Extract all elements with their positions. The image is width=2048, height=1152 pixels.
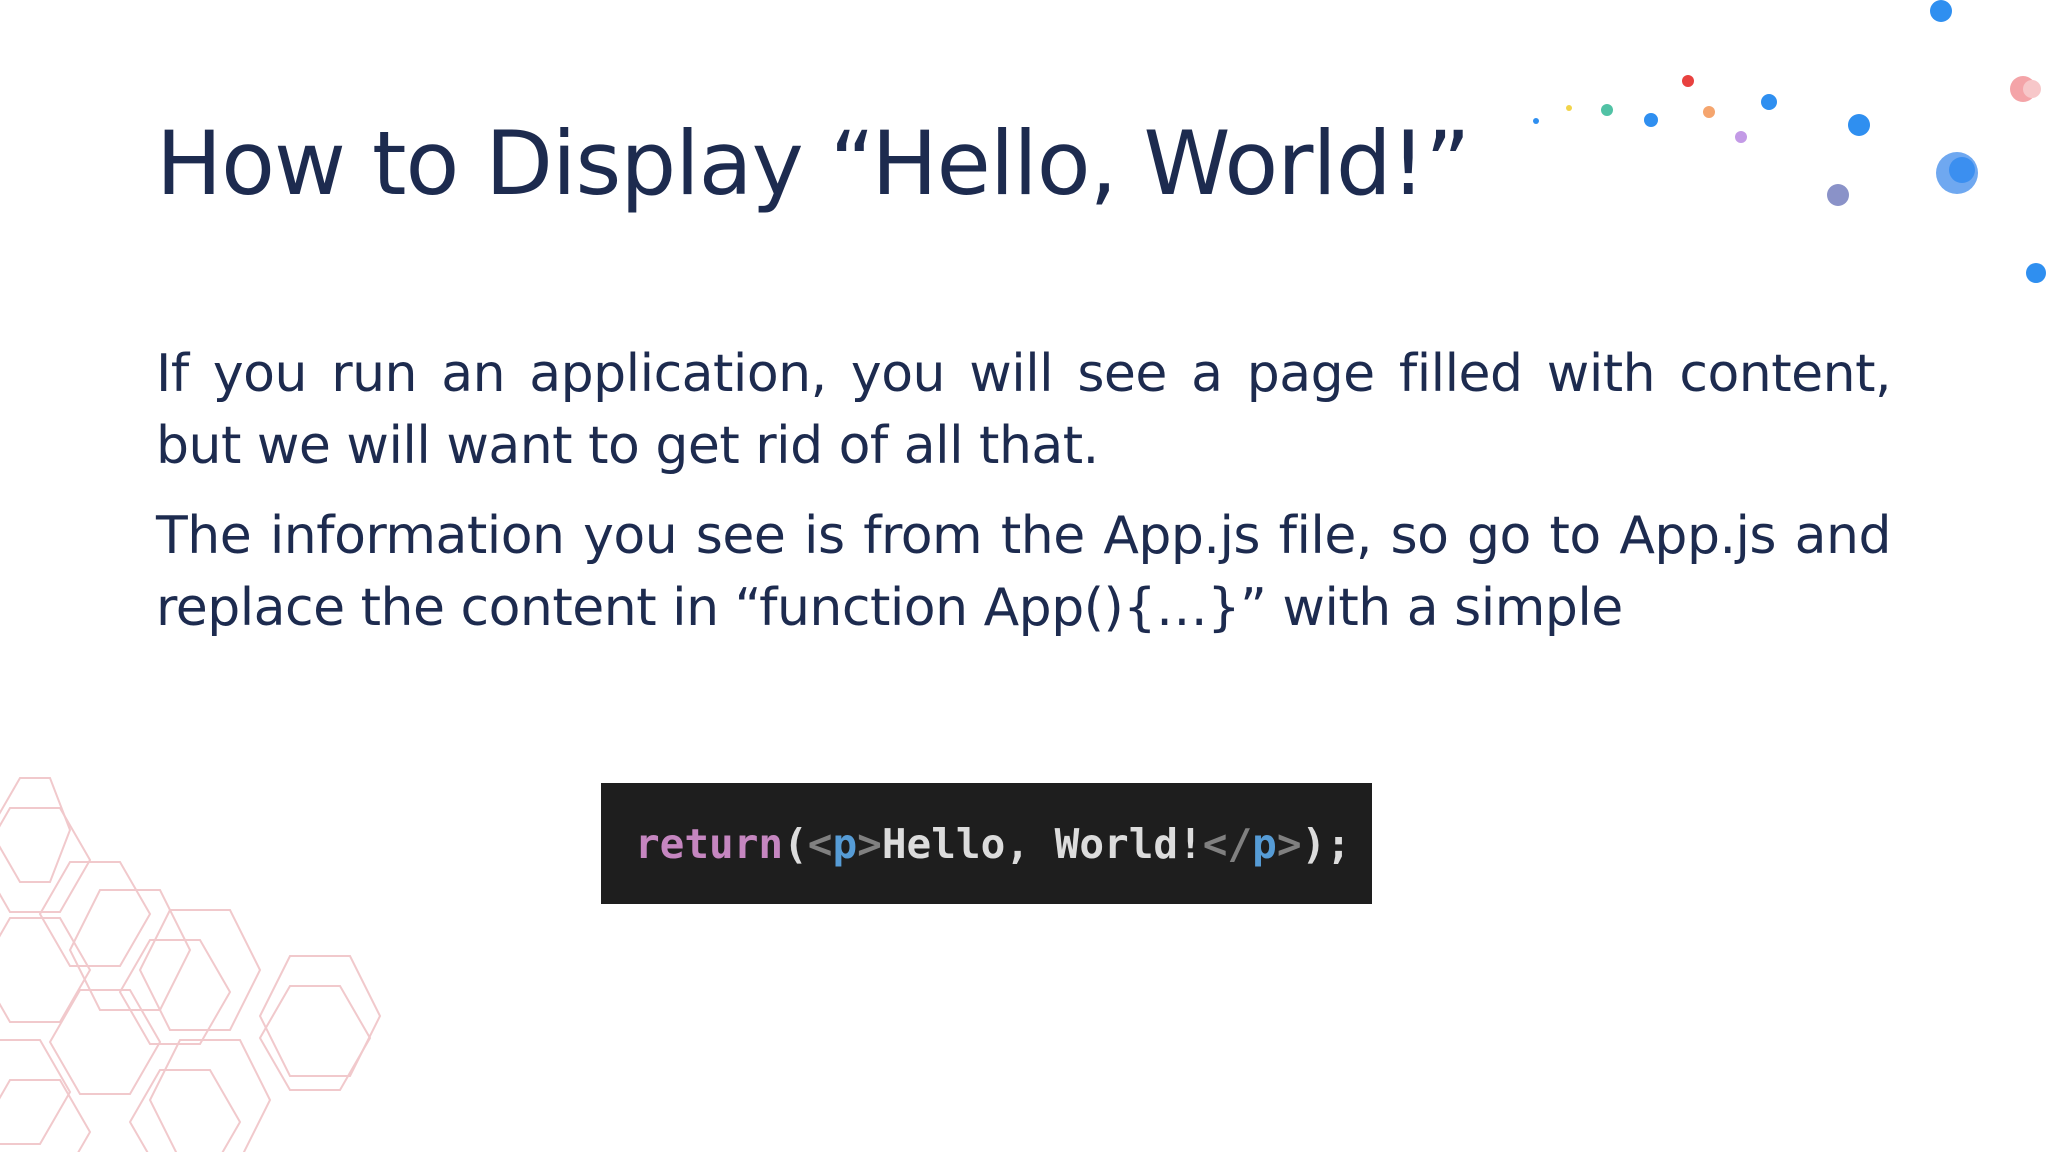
- code-punctuation: (: [783, 819, 808, 868]
- code-snippet: return(< p > Hello, World! </p >);: [601, 783, 1372, 904]
- confetti-dot: [1936, 152, 1978, 194]
- hexagon-outline: [0, 917, 92, 1023]
- code-punctuation: );: [1301, 819, 1351, 868]
- confetti-dot: [1930, 0, 1952, 22]
- hexagon-outline: [0, 1079, 92, 1152]
- code-tag-name: p: [1252, 819, 1277, 868]
- code-tag-bracket: >: [857, 819, 882, 868]
- code-tag-bracket: >: [1276, 819, 1302, 868]
- confetti-dot: [1566, 105, 1572, 111]
- hexagon-outline: [38, 861, 152, 967]
- confetti-dot: [1644, 113, 1658, 127]
- confetti-dot: [1848, 114, 1870, 136]
- confetti-dot: [1601, 104, 1613, 116]
- hexagon-outline: [0, 807, 92, 913]
- code-tag-name: p: [832, 819, 858, 868]
- code-tag-bracket: </: [1202, 819, 1253, 868]
- slide-body: If you run an application, you will see …: [156, 338, 1892, 662]
- hexagon-outline: [258, 955, 382, 1077]
- body-paragraph: If you run an application, you will see …: [156, 344, 1892, 476]
- confetti-dot: [2023, 80, 2041, 98]
- confetti-dot: [1533, 118, 1539, 124]
- confetti-dot: [1682, 75, 1694, 87]
- code-tag-bracket: <: [807, 819, 833, 868]
- body-paragraph: The information you see is from the App.…: [156, 506, 1892, 638]
- hexagon-outline: [48, 989, 162, 1095]
- code-keyword: return: [635, 819, 784, 868]
- hexagon-outline: [118, 939, 232, 1045]
- confetti-dot: [2026, 263, 2046, 283]
- code-text: Hello, World!: [881, 819, 1203, 868]
- confetti-dot: [1703, 106, 1715, 118]
- slide-title: How to Display “Hello, World!”: [156, 112, 1471, 215]
- hexagon-outline: [0, 1039, 72, 1145]
- slide: How to Display “Hello, World!” If you ru…: [0, 0, 2048, 1152]
- hexagon-outline: [138, 909, 262, 1031]
- confetti-dot: [1949, 157, 1975, 183]
- confetti-dot: [2010, 76, 2036, 102]
- confetti-dot: [1761, 94, 1777, 110]
- hexagon-outline: [0, 777, 72, 883]
- hexagon-outline: [128, 1069, 242, 1152]
- hexagon-outline: [148, 1039, 272, 1152]
- confetti-dot: [1735, 131, 1747, 143]
- hexagon-outline: [68, 889, 192, 1011]
- confetti-dot: [1827, 184, 1849, 206]
- hexagon-outline: [258, 985, 372, 1091]
